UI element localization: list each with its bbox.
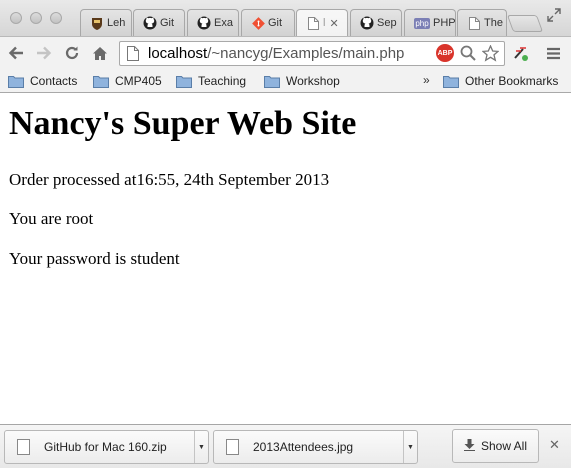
- download-filename: 2013Attendees.jpg: [253, 440, 354, 454]
- bookmark-folder-other[interactable]: Other Bookmarks: [443, 72, 558, 90]
- tab-label: Git: [160, 17, 175, 29]
- tab-active-page[interactable]: l ✕: [296, 9, 348, 36]
- url-text: localhost/~nancyg/Examples/main.php: [148, 45, 404, 62]
- git-logo-icon: [251, 16, 265, 30]
- tab-github-september[interactable]: Sep: [350, 9, 402, 36]
- back-arrow-icon: [8, 46, 23, 60]
- bookmark-label: Workshop: [286, 74, 340, 88]
- bookmark-folder-cmp405[interactable]: CMP405: [93, 72, 162, 90]
- new-tab-button[interactable]: [506, 15, 544, 32]
- user-text: You are root: [9, 209, 94, 228]
- fullscreen-icon[interactable]: [547, 8, 563, 24]
- close-download-shelf-icon[interactable]: ✕: [549, 437, 560, 453]
- close-tab-icon[interactable]: ✕: [329, 17, 338, 30]
- tab-the[interactable]: The: [457, 9, 507, 36]
- folder-icon: [264, 75, 280, 88]
- tab-label: l: [323, 17, 326, 29]
- bookmark-label: Contacts: [30, 74, 78, 88]
- tab-github-1[interactable]: Git: [133, 9, 185, 36]
- close-window-button[interactable]: [10, 12, 22, 24]
- download-menu-dropdown-icon[interactable]: ▼: [194, 431, 208, 463]
- forward-button[interactable]: [34, 43, 54, 63]
- tab-git[interactable]: Git: [241, 9, 295, 36]
- download-item[interactable]: 2013Attendees.jpg ▼: [213, 430, 418, 464]
- folder-icon: [176, 75, 192, 88]
- tab-label: Leh: [107, 17, 126, 29]
- url-host: localhost: [148, 45, 208, 62]
- blank-page-icon: [306, 16, 320, 30]
- download-menu-dropdown-icon[interactable]: ▼: [403, 431, 417, 463]
- tab-label: Sep: [377, 17, 397, 29]
- bookmark-label: Other Bookmarks: [465, 74, 559, 88]
- php-logo-icon: php: [414, 16, 430, 30]
- github-octocat-icon: [360, 16, 374, 30]
- github-octocat-icon: [197, 16, 211, 30]
- zoom-button[interactable]: [458, 43, 478, 63]
- reload-button[interactable]: [62, 43, 82, 63]
- bookmarks-bar: Contacts CMP405 Teaching Workshop Other …: [0, 69, 571, 93]
- tab-github-examples[interactable]: Exa: [187, 9, 239, 36]
- tab-lehigh[interactable]: Leh: [80, 9, 132, 36]
- download-filename: GitHub for Mac 160.zip: [44, 440, 167, 454]
- zip-file-icon: [17, 439, 30, 455]
- tab-strip: Leh Git Exa Git l ✕ Sep php PHP The: [0, 0, 571, 36]
- image-file-icon: [226, 439, 239, 455]
- magnifier-icon: [460, 45, 476, 61]
- bookmark-folder-teaching[interactable]: Teaching: [176, 72, 246, 90]
- php-badge: php: [414, 17, 430, 29]
- bookmark-label: CMP405: [115, 74, 162, 88]
- page-content: Nancy's Super Web Site Order processed a…: [0, 94, 571, 424]
- tab-label: Git: [268, 17, 283, 29]
- home-icon: [93, 46, 107, 60]
- extension-icon: [514, 47, 528, 61]
- bookmarks-overflow-chevron[interactable]: »: [423, 73, 430, 87]
- lehigh-shield-icon: [90, 16, 104, 30]
- minimize-window-button[interactable]: [30, 12, 42, 24]
- home-button[interactable]: [90, 43, 110, 63]
- page-icon: [127, 45, 141, 62]
- url-path: /~nancyg/Examples/main.php: [207, 45, 405, 62]
- tab-label: PHP: [433, 17, 455, 29]
- password-text: Your password is student: [9, 249, 180, 268]
- bookmark-folder-workshop[interactable]: Workshop: [264, 72, 340, 90]
- github-octocat-icon: [143, 16, 157, 30]
- download-arrow-icon: [463, 438, 475, 454]
- back-button[interactable]: [6, 43, 26, 63]
- hamburger-menu-icon: [546, 47, 560, 59]
- forward-arrow-icon: [37, 46, 52, 60]
- tab-label: Exa: [214, 17, 233, 29]
- bookmark-folder-contacts[interactable]: Contacts: [8, 72, 77, 90]
- order-processed-text: Order processed at16:55, 24th September …: [9, 170, 330, 189]
- folder-icon: [8, 75, 24, 88]
- show-all-downloads-button[interactable]: Show All: [452, 429, 539, 463]
- extension-button[interactable]: [511, 43, 531, 63]
- download-item[interactable]: GitHub for Mac 160.zip ▼: [4, 430, 209, 464]
- folder-icon: [93, 75, 109, 88]
- tab-label: The: [484, 17, 503, 29]
- star-icon: [481, 44, 499, 62]
- zoom-window-button[interactable]: [50, 12, 62, 24]
- folder-icon: [443, 75, 459, 88]
- reload-icon: [65, 46, 79, 60]
- abp-label: ABP: [437, 49, 453, 57]
- show-all-label: Show All: [480, 439, 528, 453]
- chrome-menu-button[interactable]: [543, 43, 563, 63]
- page-title: Nancy's Super Web Site: [9, 105, 357, 142]
- blank-page-icon: [467, 16, 481, 30]
- bookmark-label: Teaching: [198, 74, 247, 88]
- adblock-plus-icon[interactable]: ABP: [436, 44, 454, 62]
- bookmark-star-button[interactable]: [480, 43, 500, 63]
- tab-php[interactable]: php PHP: [404, 9, 456, 36]
